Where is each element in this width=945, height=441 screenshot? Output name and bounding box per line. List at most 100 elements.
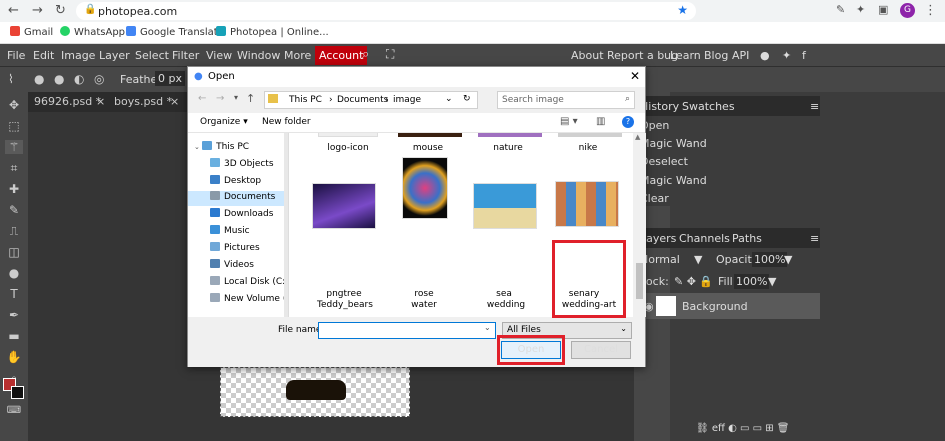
file-label[interactable]: sea	[462, 289, 546, 299]
extension-icon[interactable]: ✎	[836, 3, 845, 16]
file-label[interactable]: wedding-art	[554, 300, 624, 310]
lasso-icon[interactable]: ⌇	[8, 72, 14, 86]
nav-3d-objects[interactable]: 3D Objects	[210, 158, 274, 169]
shape-tool-icon[interactable]: ▬	[5, 329, 23, 343]
chevron-down-icon[interactable]: ⌄	[484, 323, 491, 332]
tab-channels[interactable]: Channels	[679, 232, 730, 245]
file-label[interactable]: rose	[382, 289, 466, 299]
bookmark-translate[interactable]: Google Translate	[126, 26, 224, 38]
layer-row[interactable]: ◉ Background	[634, 293, 820, 319]
avatar[interactable]: G	[900, 3, 915, 18]
fill-input[interactable]: 100%	[734, 274, 770, 289]
menu-image[interactable]: Image	[61, 49, 95, 62]
chevron-down-icon[interactable]: ▼	[768, 275, 776, 288]
preview-pane-icon[interactable]: ▥	[596, 116, 605, 127]
file-label[interactable]: mouse	[386, 143, 470, 153]
feather-input[interactable]: 0 px	[155, 71, 185, 86]
chevron-down-icon[interactable]: ▾	[234, 93, 238, 102]
nav-this-pc[interactable]: ⌄ This PC	[194, 141, 249, 152]
magic-wand-tool-icon[interactable]: ⚚	[5, 140, 23, 154]
move-tool-icon[interactable]: ✥	[5, 98, 23, 112]
facebook-icon[interactable]: f	[802, 49, 806, 62]
chevron-down-icon[interactable]: ▼	[784, 253, 792, 266]
search-icon[interactable]: ⌕	[362, 47, 369, 62]
nav-documents[interactable]: Documents	[188, 191, 286, 206]
menu-edit[interactable]: Edit	[33, 49, 54, 62]
chevron-down-icon[interactable]: ⌄	[445, 94, 453, 104]
hand-tool-icon[interactable]: ✋	[5, 350, 23, 364]
opacity-input[interactable]: 100%	[752, 252, 788, 267]
search-input[interactable]: Search image ⌕	[497, 91, 635, 109]
cancel-button[interactable]: Cancel	[571, 341, 631, 359]
add-selection-icon[interactable]: ●	[54, 72, 64, 86]
menu-about[interactable]: About	[571, 49, 604, 62]
thumb-logo-icon[interactable]	[318, 133, 378, 137]
history-item[interactable]: Magic Wand	[640, 137, 707, 150]
document-canvas[interactable]	[220, 367, 410, 417]
sidepanel-icon[interactable]: ▣	[878, 3, 888, 16]
menu-blog[interactable]: Blog	[704, 49, 728, 62]
background-color-swatch[interactable]	[11, 386, 24, 399]
tab-paths[interactable]: Paths	[732, 232, 762, 245]
chevron-down-icon[interactable]: ▼	[694, 253, 702, 266]
close-icon[interactable]: ×	[170, 95, 179, 108]
scroll-thumb[interactable]	[636, 263, 643, 299]
nav-downloads[interactable]: Downloads	[210, 208, 273, 219]
reload-icon[interactable]: ↻	[55, 3, 66, 18]
bookmark-photopea[interactable]: Photopea | Online...	[216, 26, 329, 38]
forward-icon[interactable]: →	[216, 93, 224, 104]
nav-music[interactable]: Music	[210, 225, 250, 236]
file-label[interactable]: nike	[546, 143, 630, 153]
keyboard-icon[interactable]: ⌨	[5, 405, 23, 419]
thumb-senary[interactable]	[555, 181, 619, 227]
back-icon[interactable]: ←	[198, 93, 206, 104]
pen-tool-icon[interactable]: ✒	[5, 308, 23, 322]
forward-icon[interactable]: →	[32, 3, 43, 18]
close-icon[interactable]: ✕	[630, 69, 640, 83]
file-name-input[interactable]	[318, 322, 496, 339]
star-icon[interactable]: ★	[677, 3, 688, 17]
more-icon[interactable]: ⋮	[924, 3, 937, 18]
subtract-selection-icon[interactable]: ◐	[74, 72, 84, 86]
intersect-selection-icon[interactable]: ◎	[94, 72, 104, 86]
organize-button[interactable]: Organize ▾	[200, 117, 248, 127]
stamp-tool-icon[interactable]: ⎍	[5, 224, 23, 238]
address-bar[interactable]: 🔒 photopea.com ★	[76, 2, 696, 20]
file-label[interactable]: wedding	[474, 300, 538, 310]
healing-tool-icon[interactable]: ✚	[5, 182, 23, 196]
reddit-icon[interactable]: ●	[760, 49, 770, 62]
marquee-tool-icon[interactable]: ⬚	[5, 119, 23, 133]
file-list-scrollbar[interactable]: ▲	[633, 133, 646, 317]
brush-tool-icon[interactable]: ✎	[5, 203, 23, 217]
search-icon[interactable]: ⌕	[625, 94, 630, 104]
new-selection-icon[interactable]: ●	[34, 72, 44, 86]
nav-pictures[interactable]: Pictures	[210, 242, 260, 253]
thumb-nature[interactable]	[478, 133, 542, 137]
fullscreen-icon[interactable]: ⛶	[386, 47, 394, 62]
menu-report-bug[interactable]: Report a bug	[607, 49, 678, 62]
tab-boys[interactable]: boys.psd *	[114, 95, 172, 108]
nav-desktop[interactable]: Desktop	[210, 175, 261, 186]
history-item[interactable]: Deselect	[640, 155, 688, 168]
back-icon[interactable]: ←	[8, 3, 19, 18]
view-options-icon[interactable]: ▤ ▾	[560, 116, 578, 127]
menu-layer[interactable]: Layer	[99, 49, 130, 62]
thumb-rose[interactable]	[402, 157, 448, 219]
menu-api[interactable]: API	[732, 49, 749, 62]
text-tool-icon[interactable]: T	[5, 287, 23, 301]
thumb-pngtree[interactable]	[312, 183, 376, 229]
bookmark-gmail[interactable]: Gmail	[10, 26, 53, 38]
address-path[interactable]: This PC › Documents › image ⌄ ↻	[264, 91, 478, 109]
new-folder-button[interactable]: New folder	[262, 117, 311, 127]
up-icon[interactable]: ↑	[246, 92, 255, 105]
file-label[interactable]: pngtree	[302, 289, 386, 299]
scroll-up-icon[interactable]: ▲	[635, 133, 640, 141]
menu-filter[interactable]: Filter	[172, 49, 199, 62]
menu-file[interactable]: File	[7, 49, 25, 62]
nav-videos[interactable]: Videos	[210, 259, 254, 270]
panel-menu-icon[interactable]: ≡	[810, 232, 819, 245]
breadcrumb-this-pc[interactable]: This PC	[289, 95, 322, 105]
help-icon[interactable]: ?	[622, 116, 634, 128]
lock-icon[interactable]: ✎ ✥ 🔒	[674, 275, 713, 288]
eraser-tool-icon[interactable]: ◫	[5, 245, 23, 259]
